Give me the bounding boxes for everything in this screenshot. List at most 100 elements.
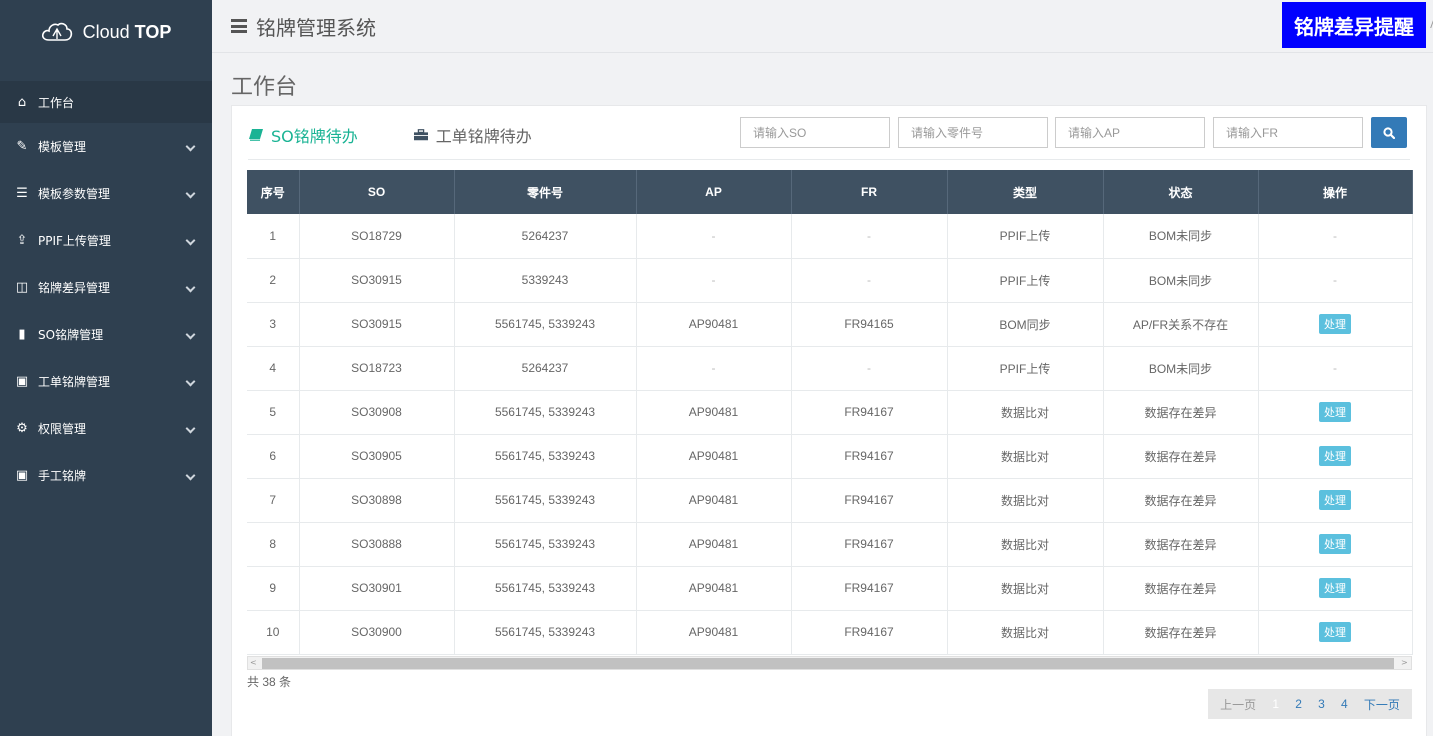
part-search-input[interactable] — [898, 117, 1048, 148]
table-cell: - — [636, 346, 792, 391]
table-cell: 数据比对 — [947, 566, 1104, 611]
sidebar-item-7[interactable]: ⚙ 权限管理 — [0, 405, 212, 452]
table-cell: - — [1258, 214, 1413, 259]
page-button-3[interactable]: 3 — [1318, 697, 1325, 711]
page-title: 工作台 — [231, 75, 298, 100]
brand-name: Cloud TOP — [82, 21, 172, 42]
process-button[interactable]: 处理 — [1319, 446, 1351, 466]
table-cell: 10 — [247, 610, 300, 655]
table-row: 4 SO18723 5264237- - PPIF上传 BOM未同步 - — [247, 346, 1413, 391]
page-button-2[interactable]: 2 — [1295, 697, 1302, 711]
process-button[interactable]: 处理 — [1319, 314, 1351, 334]
table-cell: FR94167 — [791, 434, 948, 479]
system-title: 铭牌管理系统 — [256, 15, 376, 40]
table-cell: 数据比对 — [947, 434, 1104, 479]
table-cell: AP90481 — [636, 390, 792, 435]
upload-icon: ⇪ — [16, 233, 28, 248]
sidebar-item-3[interactable]: ⇪ PPIF上传管理 — [0, 217, 212, 264]
scrollbar-thumb[interactable] — [262, 658, 1394, 669]
home-icon: ⌂ — [17, 94, 27, 110]
process-button[interactable]: 处理 — [1319, 578, 1351, 598]
alert-badge[interactable]: 铭牌差异提醒 — [1282, 2, 1426, 48]
table-row: 9 SO30901 5561745, 5339243 AP90481 FR94167 数据… — [247, 566, 1413, 611]
sidebar-item-5[interactable]: ▮ SO铭牌管理 — [0, 311, 212, 358]
page-button-1[interactable]: 1 — [1272, 697, 1279, 711]
chevron-down-icon — [185, 141, 196, 151]
table-cell: 数据存在差异 — [1103, 478, 1259, 523]
sidebar-item-8[interactable]: ▣ 手工铭牌 — [0, 452, 212, 499]
horizontal-scrollbar[interactable]: < > — [247, 656, 1412, 670]
column-header[interactable]: 类型 — [947, 170, 1104, 214]
table-cell: 7 — [247, 478, 300, 523]
page-button-4[interactable]: 4 — [1341, 697, 1348, 711]
dropdown-caret-icon[interactable] — [1425, 18, 1433, 28]
table-cell: BOM未同步 — [1103, 258, 1259, 303]
table-cell: 5339243 — [454, 258, 637, 303]
table-cell: AP90481 — [636, 566, 792, 611]
column-header[interactable]: 操作 — [1258, 170, 1413, 214]
sidebar-item-1[interactable]: ✎ 模板管理 — [0, 123, 212, 170]
sidebar-item-2[interactable]: ☰ 模板参数管理 — [0, 170, 212, 217]
next-page-button[interactable]: 下一页 — [1364, 696, 1400, 713]
tab-workorder-todo[interactable]: 工单铭牌待办 — [413, 123, 532, 147]
table-cell: 数据比对 — [947, 478, 1104, 523]
scroll-right-icon[interactable]: > — [1401, 659, 1409, 667]
sidebar-item-label: 模板管理 — [38, 140, 87, 154]
table-cell: 数据存在差异 — [1103, 610, 1259, 655]
column-header[interactable]: FR — [791, 170, 948, 214]
scroll-left-icon[interactable]: < — [250, 659, 258, 667]
table-cell: 9 — [247, 566, 300, 611]
table-cell: 数据比对 — [947, 522, 1104, 567]
table-cell: SO30915 — [299, 302, 455, 347]
column-header[interactable]: 序号 — [247, 170, 300, 214]
briefcase-icon — [413, 129, 428, 141]
table-cell: 5561745, 5339243 — [454, 522, 637, 567]
search-button[interactable] — [1371, 117, 1407, 148]
table-cell: 2 — [247, 258, 300, 303]
sidebar-item-0[interactable]: ⌂ 工作台 — [0, 81, 212, 123]
brand[interactable]: Cloud TOP — [0, 0, 212, 64]
process-button[interactable]: 处理 — [1319, 534, 1351, 554]
table-cell: SO30915 — [299, 258, 455, 303]
sidebar-item-label: 工单铭牌管理 — [38, 375, 111, 389]
prev-page-button[interactable]: 上一页 — [1220, 696, 1256, 713]
column-header[interactable]: 零件号 — [454, 170, 637, 214]
column-header[interactable]: AP — [636, 170, 792, 214]
tab-bar: SO铭牌待办 工单铭牌待办 — [249, 123, 532, 147]
sidebar-item-label: 权限管理 — [38, 422, 87, 436]
tab-so-todo[interactable]: SO铭牌待办 — [249, 123, 358, 147]
process-button[interactable]: 处理 — [1319, 490, 1351, 510]
table-cell: 5264237 — [454, 214, 637, 259]
sidebar: Cloud TOP ⌂ 工作台 ✎ 模板管理 ☰ 模板参数管理 ⇪ PPIF上传管理 ◫ 铭牌差异… — [0, 0, 212, 736]
chevron-down-icon — [185, 470, 196, 480]
tab-workorder-todo-label: 工单铭牌待办 — [435, 127, 532, 146]
sidebar-item-label: SO铭牌管理 — [38, 328, 104, 342]
sidebar-item-label: PPIF上传管理 — [38, 234, 111, 248]
ap-search-input[interactable] — [1055, 117, 1205, 148]
table-cell: PPIF上传 — [947, 214, 1104, 259]
column-header[interactable]: SO — [299, 170, 455, 214]
table-cell: 5561745, 5339243 — [454, 478, 637, 523]
table-cell: 处理 — [1258, 566, 1413, 611]
table-header-row: 序号 SO 零件号 AP FR 类型 状态 操作 — [247, 170, 1413, 214]
table-cell: 8 — [247, 522, 300, 567]
menu-toggle-icon[interactable] — [231, 19, 247, 33]
pagination: 上一页 1 2 3 4 下一页 — [1208, 689, 1412, 719]
book-icon: ▮ — [18, 327, 26, 342]
process-button[interactable]: 处理 — [1319, 622, 1351, 642]
sidebar-item-6[interactable]: ▣ 工单铭牌管理 — [0, 358, 212, 405]
so-search-input[interactable] — [740, 117, 890, 148]
sidebar-item-label: 工作台 — [38, 95, 75, 110]
fr-search-input[interactable] — [1213, 117, 1363, 148]
sidebar-item-4[interactable]: ◫ 铭牌差异管理 — [0, 264, 212, 311]
table-cell: SO30900 — [299, 610, 455, 655]
table-cell: SO30905 — [299, 434, 455, 479]
column-header[interactable]: 状态 — [1103, 170, 1259, 214]
process-button[interactable]: 处理 — [1319, 402, 1351, 422]
book-icon — [249, 129, 263, 141]
table-cell: 处理 — [1258, 522, 1413, 567]
table-cell: AP90481 — [636, 302, 792, 347]
table-cell: - — [1258, 346, 1413, 391]
table-cell: 5561745, 5339243 — [454, 390, 637, 435]
table-cell: 数据比对 — [947, 610, 1104, 655]
